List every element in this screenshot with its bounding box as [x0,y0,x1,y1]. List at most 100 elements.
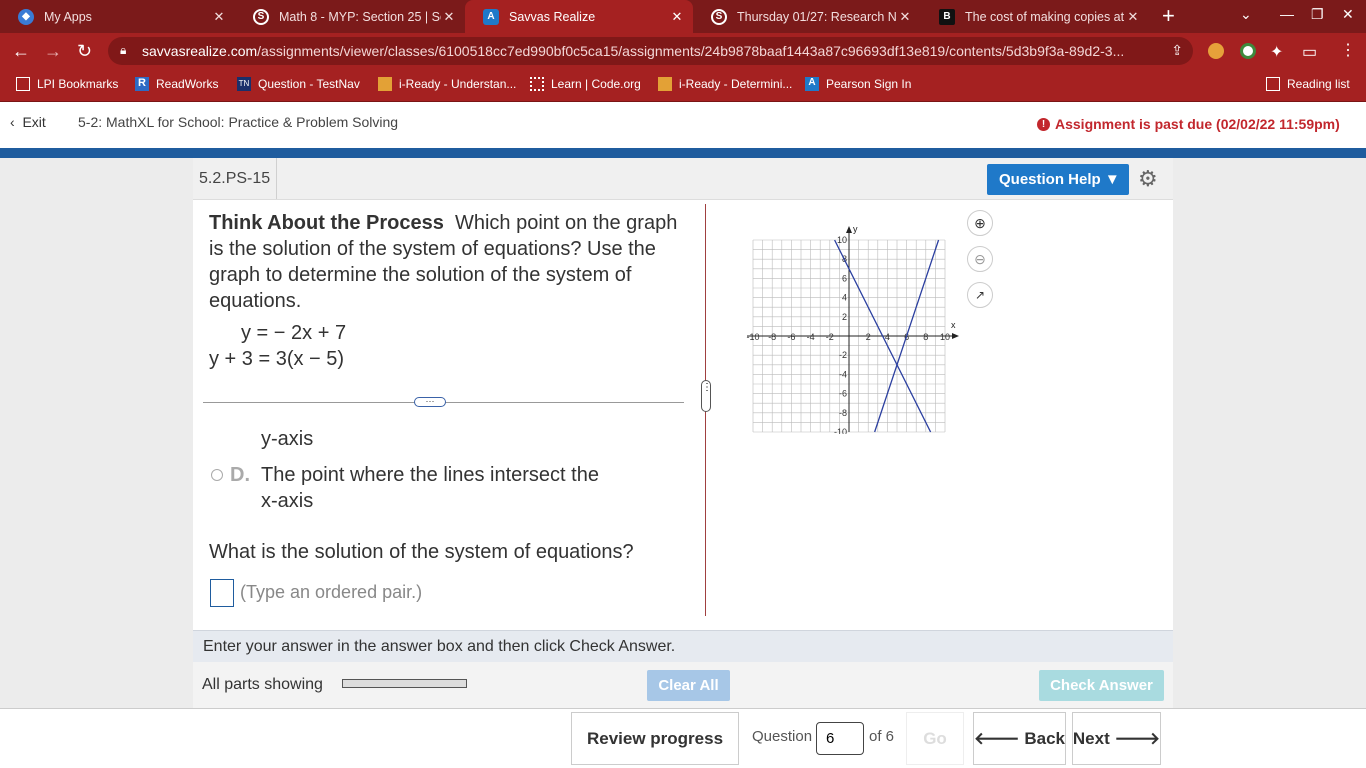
bookmark-label: i-Ready - Determini... [679,77,793,91]
readworks-icon: R [135,77,149,91]
caret-down-icon: ▼ [1104,171,1120,188]
reading-list-icon [1266,77,1280,91]
next-button[interactable]: Next 🡒 [1072,712,1161,765]
tab-search-chevron-icon[interactable]: ⌄ [1240,6,1252,23]
cast-icon[interactable]: ▭ [1302,42,1317,62]
instruction-bar: Enter your answer in the answer box and … [193,630,1173,662]
y-tick-label: -4 [839,369,847,379]
reading-list-label: Reading list [1287,77,1350,91]
gear-icon[interactable]: ⚙ [1138,166,1158,192]
y-axis-arrow [846,226,852,233]
reload-icon[interactable]: ↻ [77,41,92,62]
schoology-icon: S [711,8,727,25]
x-tick-label: 10 [940,332,950,342]
zoom-out-icon[interactable]: ⊖ [967,246,993,272]
puzzle-icon[interactable]: ✦ [1270,42,1283,62]
equation-2: y + 3 = 3(x − 5) [209,348,345,370]
bookmark-readworks[interactable]: R ReadWorks [135,77,218,91]
app-header: ‹ Exit 5-2: MathXL for School: Practice … [0,102,1366,148]
resize-handle[interactable]: ··· [414,397,446,407]
clear-all-button[interactable]: Clear All [647,670,730,701]
question-help-button[interactable]: Question Help ▼ [987,164,1129,195]
answer-input[interactable] [210,579,234,607]
x-tick-label: -2 [826,332,834,342]
iready-icon [378,77,392,91]
bookmark-lpi[interactable]: LPI Bookmarks [16,77,118,91]
bookmark-iready-2[interactable]: i-Ready - Determini... [658,77,792,91]
close-window-button[interactable]: ✕ [1342,6,1354,23]
zoom-in-icon[interactable]: ⊕ [967,210,993,236]
bookmark-label: i-Ready - Understan... [399,77,517,91]
option-d-text-1[interactable]: The point where the lines intersect the [261,464,599,487]
close-icon[interactable]: ✕ [669,9,685,25]
forward-arrow-icon[interactable]: → [44,41,62,62]
y-tick-label: -8 [839,408,847,418]
tab-math8[interactable]: S Math 8 - MYP: Section 25 | Sch ✕ [235,0,465,33]
url-bar[interactable]: 🔒︎ savvasrealize.com/assignments/viewer/… [108,37,1193,65]
close-icon[interactable]: ✕ [441,9,457,25]
new-tab-button[interactable]: + [1162,3,1175,29]
close-icon[interactable]: ✕ [1125,9,1141,25]
tab-cost-copies[interactable]: B The cost of making copies at ✕ [921,0,1149,33]
x-tick-label: -8 [768,332,776,342]
lock-icon: 🔒︎ [120,43,127,57]
bookmarks-bar: LPI Bookmarks R ReadWorks TN Question - Te… [0,69,1366,102]
tab-title: Math 8 - MYP: Section 25 | Sch [279,9,441,24]
x-tick-label: -6 [787,332,795,342]
close-icon[interactable]: ✕ [211,9,227,25]
tab-thursday[interactable]: S Thursday 01/27: Research Not ✕ [693,0,921,33]
next-label: Next [1072,728,1110,748]
y-tick-label: -10 [834,427,847,434]
back-arrow-icon[interactable]: ← [12,41,30,62]
y-tick-label: 2 [842,312,847,322]
tab-title: Thursday 01/27: Research Not [737,9,897,24]
option-d-letter: D. [230,464,250,486]
bottom-navigation: Review progress Question of 6 Go 🡐 Back … [0,708,1366,768]
x-tick-label: 2 [866,332,871,342]
review-progress-button[interactable]: Review progress [571,712,739,765]
bookmark-iready-1[interactable]: i-Ready - Understan... [378,77,516,91]
bookmark-pearson[interactable]: A Pearson Sign In [805,77,911,91]
question-label: Question [752,728,813,745]
restore-button[interactable]: ❐ [1311,6,1324,23]
question-header: 5.2.PS-15 Question Help ▼ ⚙ [193,158,1173,200]
bookmark-label: ReadWorks [156,77,219,91]
option-partial-text: y-axis [261,428,314,450]
option-d-radio[interactable] [211,469,223,481]
bookmark-codeorg[interactable]: Learn | Code.org [530,77,641,91]
y-tick-label: 10 [837,235,847,245]
x-axis-label: x [951,320,956,330]
axes: xy [747,224,959,432]
x-tick-label: 4 [885,332,890,342]
tab-savvas-realize[interactable]: A Savvas Realize ✕ [465,0,693,33]
check-answer-button[interactable]: Check Answer [1039,670,1164,701]
url-path: /assignments/viewer/classes/6100518cc7ed… [257,43,1125,59]
exit-link[interactable]: ‹ Exit [10,114,46,130]
external-link-icon[interactable]: ↗ [967,282,993,308]
tab-title: My Apps [44,9,92,24]
bookmark-label: LPI Bookmarks [37,77,119,91]
x-tick-label: 8 [923,332,928,342]
alert-icon: ! [1037,117,1050,131]
assignment-title: 5-2: MathXL for School: Practice & Probl… [78,114,399,130]
browser-tab-bar: ◆ My Apps ✕ S Math 8 - MYP: Section 25 |… [0,0,1366,33]
extension-icon[interactable] [1240,43,1256,59]
share-icon[interactable]: ⇪ [1171,42,1183,59]
go-button[interactable]: Go [906,712,964,765]
tab-my-apps[interactable]: ◆ My Apps ✕ [0,0,235,33]
extension-icon[interactable] [1208,43,1224,59]
close-icon[interactable]: ✕ [897,9,913,25]
bookmark-testnav[interactable]: TN Question - TestNav [237,77,360,91]
y-tick-label: -6 [839,389,847,399]
bbc-icon: B [939,8,955,25]
parts-progress-bar [342,679,467,688]
vertical-resize-handle[interactable]: ⋮ [701,380,712,412]
back-label: Back [1024,728,1065,748]
option-d-text-2[interactable]: x-axis [261,490,313,513]
menu-icon[interactable]: ⋮ [1340,40,1356,60]
back-button[interactable]: 🡐 Back [973,712,1066,765]
minimize-button[interactable]: — [1280,6,1294,22]
question-number-input[interactable] [816,722,864,755]
y-tick-label: 4 [842,293,847,303]
reading-list[interactable]: Reading list [1266,77,1350,91]
